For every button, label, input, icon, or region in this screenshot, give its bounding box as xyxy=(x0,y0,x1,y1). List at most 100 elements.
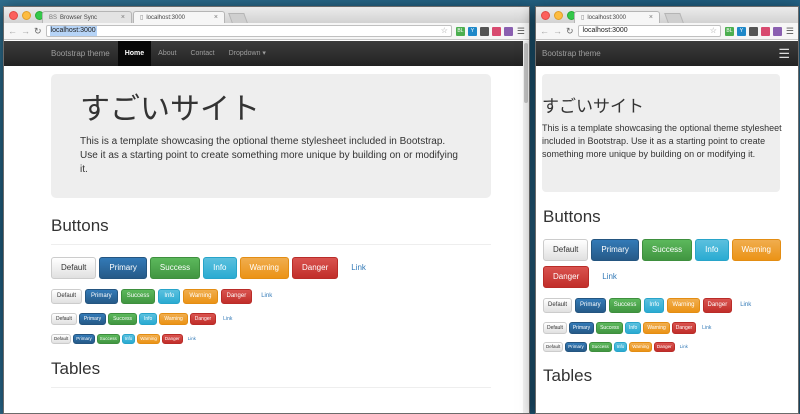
default-button[interactable]: Default xyxy=(51,313,77,325)
danger-button[interactable]: Danger xyxy=(702,298,733,313)
extension-icon[interactable] xyxy=(491,26,501,36)
link-button[interactable]: Link xyxy=(592,266,627,288)
default-button[interactable]: Default xyxy=(543,298,573,313)
link-button[interactable]: Link xyxy=(341,257,376,279)
warning-button[interactable]: Warning xyxy=(629,342,652,352)
warning-button[interactable]: Warning xyxy=(137,334,160,344)
default-button[interactable]: Default xyxy=(51,334,72,344)
info-button[interactable]: Info xyxy=(203,257,237,279)
primary-button[interactable]: Primary xyxy=(85,289,118,304)
warning-button[interactable]: Warning xyxy=(731,239,781,261)
reload-icon[interactable]: ↻ xyxy=(566,26,574,37)
default-button[interactable]: Default xyxy=(51,257,97,279)
nav-about[interactable]: About xyxy=(151,41,183,66)
danger-button[interactable]: Danger xyxy=(220,289,253,304)
info-button[interactable]: Info xyxy=(613,342,628,352)
success-button[interactable]: Success xyxy=(588,342,612,352)
link-button[interactable]: Link xyxy=(735,298,756,313)
new-tab-button[interactable] xyxy=(664,13,684,23)
success-button[interactable]: Success xyxy=(108,313,137,325)
link-button[interactable]: Link xyxy=(185,334,199,344)
page-scrollbar[interactable] xyxy=(523,41,529,413)
extension-icon[interactable] xyxy=(479,26,489,36)
success-button[interactable]: Success xyxy=(120,289,156,304)
address-bar[interactable]: localhost:3000 ☆ xyxy=(45,25,452,37)
back-arrow-icon[interactable]: ← xyxy=(540,26,549,36)
tab-localhost[interactable]: ▯ localhost:3000 × xyxy=(133,11,225,23)
info-button[interactable]: Info xyxy=(158,289,181,304)
extension-icon[interactable] xyxy=(503,26,513,36)
default-button[interactable]: Default xyxy=(543,322,567,334)
danger-button[interactable]: Danger xyxy=(543,266,590,288)
close-tab-icon[interactable]: × xyxy=(214,12,218,24)
nav-dropdown[interactable]: Dropdown ▾ xyxy=(222,41,273,66)
tab-localhost[interactable]: ▯ localhost:3000 × xyxy=(574,11,660,23)
link-button[interactable]: Link xyxy=(218,313,237,325)
info-button[interactable]: Info xyxy=(624,322,642,334)
address-bar[interactable]: localhost:3000 ☆ xyxy=(577,25,721,37)
extension-icon[interactable]: Y xyxy=(736,26,746,36)
danger-button[interactable]: Danger xyxy=(671,322,697,334)
danger-button[interactable]: Danger xyxy=(653,342,675,352)
default-button[interactable]: Default xyxy=(51,289,83,304)
info-button[interactable]: Info xyxy=(121,334,136,344)
nav-home[interactable]: Home xyxy=(117,41,152,66)
back-arrow-icon[interactable]: ← xyxy=(8,26,17,36)
browser-sync-favicon-icon: BS xyxy=(49,14,58,21)
navbar-brand[interactable]: Bootstrap theme xyxy=(51,41,110,66)
primary-button[interactable]: Primary xyxy=(568,322,595,334)
nav-contact[interactable]: Contact xyxy=(183,41,221,66)
extension-badge-icon[interactable]: BL xyxy=(724,26,734,36)
primary-button[interactable]: Primary xyxy=(575,298,606,313)
link-button[interactable]: Link xyxy=(698,322,715,334)
primary-button[interactable]: Primary xyxy=(73,334,95,344)
warning-button[interactable]: Warning xyxy=(159,313,188,325)
info-button[interactable]: Info xyxy=(644,298,665,313)
link-button[interactable]: Link xyxy=(677,342,691,352)
bookmark-star-icon[interactable]: ☆ xyxy=(441,26,448,36)
forward-arrow-icon[interactable]: → xyxy=(553,26,562,36)
primary-button[interactable]: Primary xyxy=(591,239,639,261)
default-button[interactable]: Default xyxy=(543,342,564,352)
success-button[interactable]: Success xyxy=(149,257,201,279)
scrollbar-thumb[interactable] xyxy=(524,43,528,103)
warning-button[interactable]: Warning xyxy=(239,257,289,279)
close-tab-icon[interactable]: × xyxy=(121,12,125,24)
warning-button[interactable]: Warning xyxy=(667,298,700,313)
danger-button[interactable]: Danger xyxy=(189,313,217,325)
browser-menu-icon[interactable]: ☰ xyxy=(517,26,525,37)
extension-icon[interactable] xyxy=(748,26,758,36)
primary-button[interactable]: Primary xyxy=(78,313,107,325)
warning-button[interactable]: Warning xyxy=(183,289,218,304)
info-button[interactable]: Info xyxy=(695,239,729,261)
close-tab-icon[interactable]: × xyxy=(649,12,653,24)
minimize-window-button[interactable] xyxy=(554,11,563,20)
success-button[interactable]: Success xyxy=(641,239,693,261)
link-button[interactable]: Link xyxy=(255,289,278,304)
extension-icon[interactable] xyxy=(772,26,782,36)
bookmark-star-icon[interactable]: ☆ xyxy=(710,26,717,36)
extension-icon[interactable] xyxy=(760,26,770,36)
reload-icon[interactable]: ↻ xyxy=(34,26,42,37)
primary-button[interactable]: Primary xyxy=(565,342,587,352)
new-tab-button[interactable] xyxy=(228,13,248,23)
success-button[interactable]: Success xyxy=(596,322,623,334)
minimize-window-button[interactable] xyxy=(22,11,31,20)
close-window-button[interactable] xyxy=(541,11,550,20)
navbar-brand[interactable]: Bootstrap theme xyxy=(542,41,601,66)
warning-button[interactable]: Warning xyxy=(643,322,670,334)
danger-button[interactable]: Danger xyxy=(292,257,339,279)
browser-menu-icon[interactable]: ☰ xyxy=(786,26,794,37)
close-window-button[interactable] xyxy=(9,11,18,20)
primary-button[interactable]: Primary xyxy=(99,257,147,279)
danger-button[interactable]: Danger xyxy=(161,334,183,344)
default-button[interactable]: Default xyxy=(543,239,589,261)
forward-arrow-icon[interactable]: → xyxy=(21,26,30,36)
tab-browser-sync[interactable]: BS Browser Sync × xyxy=(42,11,132,23)
info-button[interactable]: Info xyxy=(138,313,158,325)
extension-icon[interactable]: Y xyxy=(467,26,477,36)
success-button[interactable]: Success xyxy=(608,298,642,313)
success-button[interactable]: Success xyxy=(96,334,120,344)
navbar-toggle-icon[interactable]: ☰ xyxy=(778,41,790,66)
extension-badge-icon[interactable]: BL xyxy=(455,26,465,36)
